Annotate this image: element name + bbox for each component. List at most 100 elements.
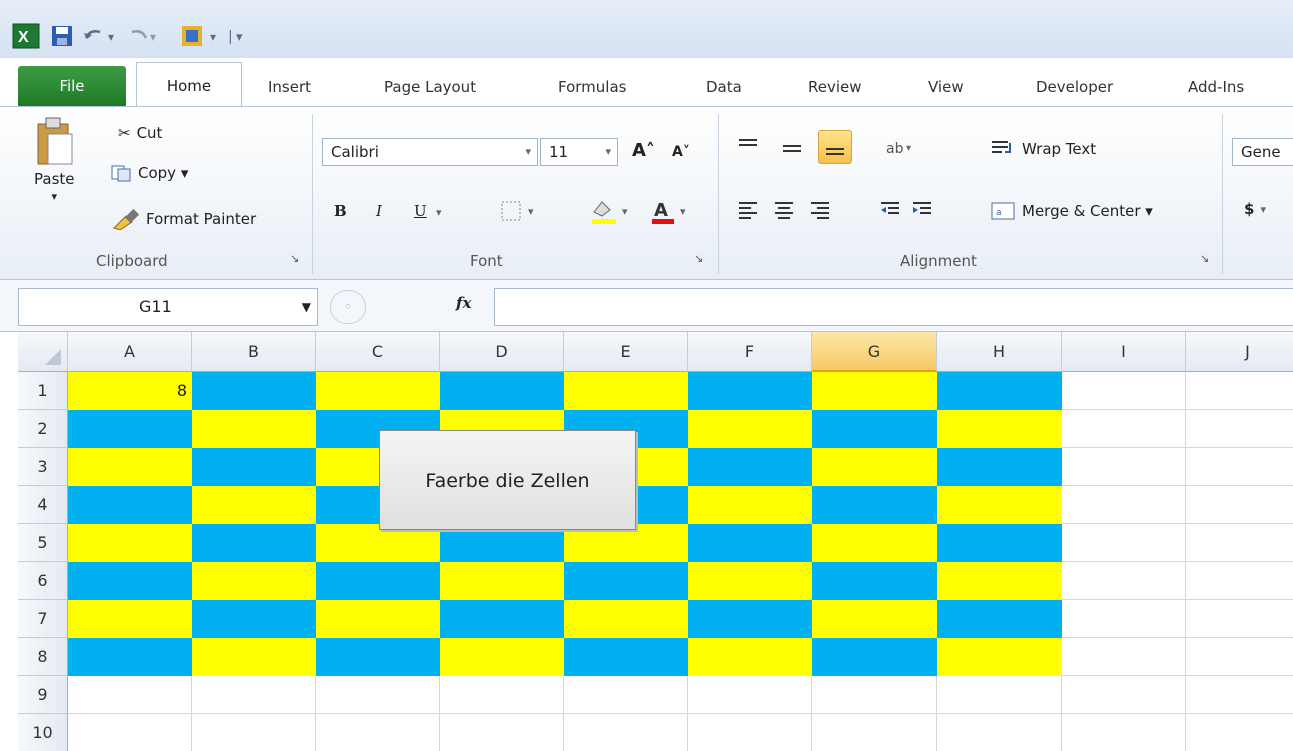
cell-a5[interactable] [68,524,192,562]
cell-a8[interactable] [68,638,192,676]
tab-insert[interactable]: Insert [268,72,311,102]
excel-logo-icon[interactable]: X [12,23,40,49]
tab-developer[interactable]: Developer [1036,72,1113,102]
tab-home[interactable]: Home [136,62,242,108]
grow-font-button[interactable]: A˄ [632,140,655,161]
chevron-down-icon[interactable]: ▼ [302,289,311,325]
cell-j2[interactable] [1186,410,1293,448]
font-size-dropdown[interactable]: 11 ▾ [540,138,618,166]
cell-f4[interactable] [688,486,812,524]
cell-h6[interactable] [937,562,1062,600]
column-header-h[interactable]: H [937,332,1062,372]
cell-d9[interactable] [440,676,564,714]
cell-b10[interactable] [192,714,316,751]
currency-button[interactable]: $ ▾ [1244,200,1266,218]
cell-g3[interactable] [812,448,937,486]
cell-i4[interactable] [1062,486,1186,524]
cell-a3[interactable] [68,448,192,486]
row-header-8[interactable]: 8 [18,638,68,676]
cell-g9[interactable] [812,676,937,714]
cell-h8[interactable] [937,638,1062,676]
column-header-e[interactable]: E [564,332,688,372]
tab-review[interactable]: Review [808,72,862,102]
cell-d6[interactable] [440,562,564,600]
cell-j7[interactable] [1186,600,1293,638]
tab-add-ins[interactable]: Add-Ins [1188,72,1244,102]
dialog-launcher-icon[interactable]: ↘ [1200,252,1209,265]
dialog-launcher-icon[interactable]: ↘ [290,252,299,265]
cell-g2[interactable] [812,410,937,448]
select-all-button[interactable] [18,332,68,372]
shrink-font-button[interactable]: A˅ [672,144,690,160]
row-header-4[interactable]: 4 [18,486,68,524]
cell-g8[interactable] [812,638,937,676]
cell-b7[interactable] [192,600,316,638]
row-header-2[interactable]: 2 [18,410,68,448]
fill-color-button[interactable]: ▾ [588,196,638,226]
cell-c6[interactable] [316,562,440,600]
cell-a7[interactable] [68,600,192,638]
cell-g4[interactable] [812,486,937,524]
cell-b6[interactable] [192,562,316,600]
align-left-button[interactable] [736,198,760,220]
cell-i8[interactable] [1062,638,1186,676]
cell-f10[interactable] [688,714,812,751]
cell-f2[interactable] [688,410,812,448]
cell-e7[interactable] [564,600,688,638]
cell-f3[interactable] [688,448,812,486]
cell-b4[interactable] [192,486,316,524]
tab-page-layout[interactable]: Page Layout [384,72,476,102]
cell-d10[interactable] [440,714,564,751]
macro-button[interactable]: Faerbe die Zellen [379,430,636,530]
cell-f6[interactable] [688,562,812,600]
cell-c7[interactable] [316,600,440,638]
cell-f1[interactable] [688,372,812,410]
cell-b1[interactable] [192,372,316,410]
cell-d1[interactable] [440,372,564,410]
cell-j6[interactable] [1186,562,1293,600]
cell-d7[interactable] [440,600,564,638]
tab-file[interactable]: File [18,66,126,106]
cell-c9[interactable] [316,676,440,714]
decrease-indent-button[interactable] [878,198,902,220]
column-header-i[interactable]: I [1062,332,1186,372]
cell-a1[interactable]: 8 [68,372,192,410]
number-format-dropdown[interactable]: Gene [1232,138,1293,166]
column-header-a[interactable]: A [68,332,192,372]
cell-f7[interactable] [688,600,812,638]
underline-dropdown[interactable]: ▾ [436,206,442,219]
cell-i1[interactable] [1062,372,1186,410]
cell-g7[interactable] [812,600,937,638]
column-header-f[interactable]: F [688,332,812,372]
tab-data[interactable]: Data [706,72,742,102]
align-center-button[interactable] [772,198,796,220]
row-header-6[interactable]: 6 [18,562,68,600]
cell-e6[interactable] [564,562,688,600]
cell-b8[interactable] [192,638,316,676]
cell-i3[interactable] [1062,448,1186,486]
cell-e1[interactable] [564,372,688,410]
cell-i9[interactable] [1062,676,1186,714]
row-header-10[interactable]: 10 [18,714,68,751]
row-header-5[interactable]: 5 [18,524,68,562]
cell-e9[interactable] [564,676,688,714]
tab-formulas[interactable]: Formulas [558,72,626,102]
cell-g10[interactable] [812,714,937,751]
customize-qat-icon[interactable]: ▾ | ▾ [176,24,286,48]
cell-f5[interactable] [688,524,812,562]
cell-j4[interactable] [1186,486,1293,524]
orientation-button[interactable]: ab ▾ [884,136,918,158]
cell-h4[interactable] [937,486,1062,524]
cell-a10[interactable] [68,714,192,751]
cell-g5[interactable] [812,524,937,562]
cell-i2[interactable] [1062,410,1186,448]
bold-button[interactable]: B [334,202,347,220]
cell-h1[interactable] [937,372,1062,410]
cell-j9[interactable] [1186,676,1293,714]
middle-align-button[interactable] [780,136,804,158]
cell-b5[interactable] [192,524,316,562]
dialog-launcher-icon[interactable]: ↘ [694,252,703,265]
font-name-dropdown[interactable]: Calibri ▾ [322,138,538,166]
merge-center-button[interactable]: a Merge & Center ▾ [990,200,1153,222]
row-header-1[interactable]: 1 [18,372,68,410]
